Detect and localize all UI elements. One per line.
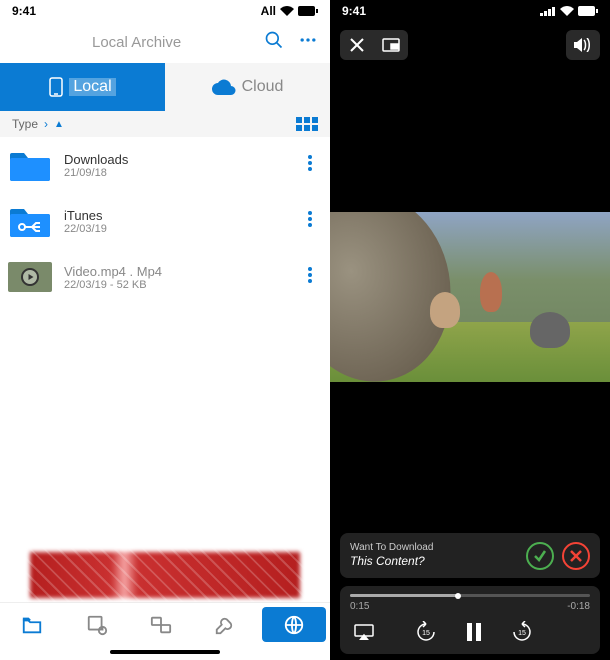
video-frame	[330, 212, 610, 382]
file-list: Downloads 21/09/18 iTunes 22/03/19 Video…	[0, 137, 330, 548]
row-more-button[interactable]	[298, 267, 322, 288]
pause-icon	[466, 623, 482, 641]
folder-usb-icon	[8, 203, 52, 239]
search-button[interactable]	[264, 30, 284, 55]
row-more-button[interactable]	[298, 211, 322, 232]
status-time: 9:41	[12, 4, 36, 18]
list-item[interactable]: iTunes 22/03/19	[0, 193, 330, 249]
status-time: 9:41	[342, 4, 366, 18]
file-meta: 21/09/18	[64, 167, 286, 179]
carrier-label: All	[261, 4, 276, 18]
file-browser-panel: 9:41 All Local Archive Local Cloud Type …	[0, 0, 330, 660]
close-button[interactable]	[340, 30, 374, 60]
nav-media[interactable]	[64, 603, 128, 646]
nav-browser[interactable]	[262, 607, 326, 642]
globe-icon	[283, 614, 305, 636]
chevron-right-icon: ›	[44, 117, 48, 131]
pause-button[interactable]	[460, 618, 488, 646]
status-indicators	[540, 6, 598, 16]
home-indicator	[110, 650, 220, 654]
status-bar: 9:41 All	[0, 0, 330, 22]
rewind-15-button[interactable]: 15	[412, 618, 440, 646]
list-item[interactable]: Downloads 21/09/18	[0, 137, 330, 193]
more-vertical-icon	[308, 267, 312, 283]
player-controls: 0:15 -0:18 15 15	[340, 586, 600, 654]
pip-icon	[382, 38, 400, 52]
search-icon	[264, 30, 284, 50]
player-bottom-controls: Want To Download This Content? 0:15 -0:1…	[330, 525, 610, 660]
nav-files[interactable]	[0, 603, 64, 646]
progress-bar[interactable]	[350, 594, 590, 597]
video-viewport[interactable]	[330, 68, 610, 525]
prompt-line1: Want To Download	[350, 541, 433, 554]
airplay-button[interactable]	[350, 618, 378, 646]
more-horizontal-icon	[298, 30, 318, 50]
status-bar: 9:41	[330, 0, 610, 22]
speaker-icon	[574, 38, 592, 52]
nav-settings[interactable]	[193, 603, 257, 646]
download-prompt: Want To Download This Content?	[340, 533, 600, 578]
prompt-line2: This Content?	[350, 554, 433, 570]
more-button[interactable]	[298, 30, 318, 55]
download-cancel-button[interactable]	[562, 542, 590, 570]
file-name: Video.mp4 . Mp4	[64, 264, 286, 279]
sort-label: Type	[12, 117, 38, 131]
x-icon	[570, 550, 582, 562]
check-icon	[533, 549, 547, 563]
nav-transfer[interactable]	[129, 603, 193, 646]
airplay-icon	[354, 624, 374, 640]
status-indicators: All	[261, 4, 318, 18]
row-more-button[interactable]	[298, 155, 322, 176]
progress-thumb[interactable]	[455, 593, 461, 599]
page-title: Local Archive	[12, 34, 181, 51]
tab-local-label: Local	[69, 78, 115, 96]
tab-cloud-label: Cloud	[242, 78, 284, 96]
wifi-icon	[560, 6, 574, 16]
sort-ascending-icon: ▲	[54, 119, 64, 130]
folder-open-icon	[21, 614, 43, 636]
folder-icon	[8, 147, 52, 183]
file-name: Downloads	[64, 152, 286, 167]
more-vertical-icon	[308, 155, 312, 171]
sort-button[interactable]: Type › ▲	[12, 117, 64, 131]
wrench-icon	[214, 614, 236, 636]
svg-text:15: 15	[518, 630, 526, 637]
bottom-nav	[0, 602, 330, 646]
file-name: iTunes	[64, 208, 286, 223]
spacer	[570, 618, 590, 646]
svg-text:15: 15	[422, 630, 430, 637]
view-grid-button[interactable]	[296, 117, 318, 131]
time-remaining: -0:18	[567, 601, 590, 612]
file-meta: 22/03/19 - 52 KB	[64, 279, 286, 291]
cloud-icon	[212, 79, 236, 95]
forward-15-button[interactable]: 15	[508, 618, 536, 646]
file-meta: 22/03/19	[64, 223, 286, 235]
battery-icon	[578, 6, 598, 16]
signal-icon	[540, 6, 556, 16]
ad-banner[interactable]	[0, 548, 330, 602]
pip-button[interactable]	[374, 30, 408, 60]
forward-icon: 15	[511, 621, 533, 643]
sort-bar: Type › ▲	[0, 111, 330, 137]
tab-cloud[interactable]: Cloud	[165, 63, 330, 111]
rewind-icon: 15	[415, 621, 437, 643]
time-elapsed: 0:15	[350, 601, 369, 612]
tab-local[interactable]: Local	[0, 63, 165, 111]
phone-icon	[49, 77, 63, 97]
volume-button[interactable]	[566, 30, 600, 60]
folder-transfer-icon	[150, 614, 172, 636]
list-item[interactable]: Video.mp4 . Mp4 22/03/19 - 52 KB	[0, 249, 330, 305]
video-thumb-icon	[8, 262, 52, 292]
wifi-icon	[280, 6, 294, 16]
player-top-controls	[330, 22, 610, 68]
image-music-icon	[86, 614, 108, 636]
close-icon	[349, 37, 365, 53]
download-confirm-button[interactable]	[526, 542, 554, 570]
header: Local Archive	[0, 22, 330, 63]
more-vertical-icon	[308, 211, 312, 227]
battery-icon	[298, 6, 318, 16]
storage-tabs: Local Cloud	[0, 63, 330, 111]
video-player-panel: 9:41 Want To	[330, 0, 610, 660]
